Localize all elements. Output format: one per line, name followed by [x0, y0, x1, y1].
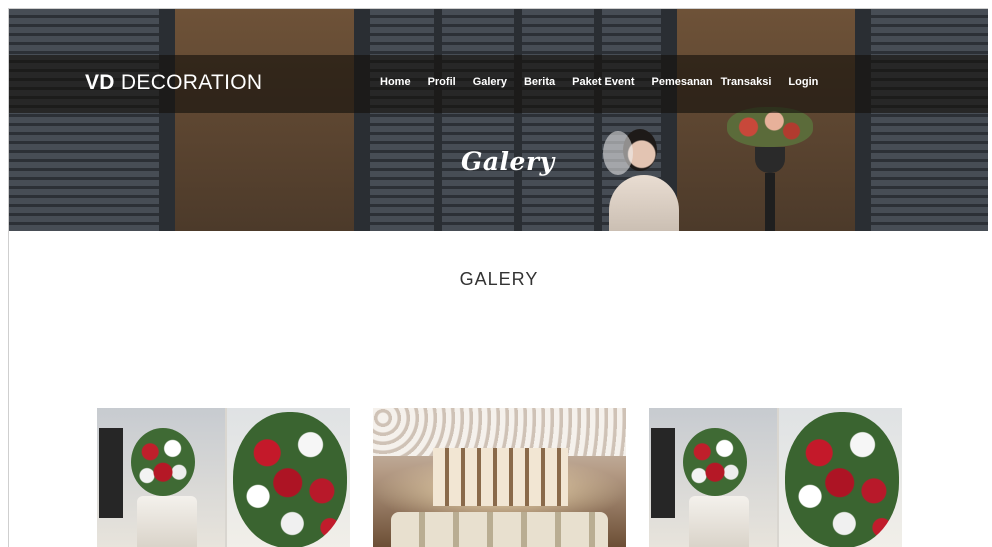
- window-frame: [354, 9, 370, 231]
- window-frame: [159, 9, 175, 231]
- brand-bold: VD: [85, 71, 115, 94]
- navbar: VD DECORATION Home Profil Galery Berita …: [9, 55, 988, 113]
- bride-figure: [601, 129, 683, 231]
- gallery-image-bouquet[interactable]: [649, 408, 902, 547]
- hero-wall: [167, 9, 354, 231]
- window-frame: [514, 9, 522, 231]
- section-title: GALERY: [459, 269, 539, 289]
- nav-home[interactable]: Home: [380, 76, 411, 88]
- brand-logo[interactable]: VD DECORATION: [85, 71, 262, 95]
- gallery-image-stage[interactable]: [373, 408, 626, 547]
- brand-rest: DECORATION: [120, 71, 263, 94]
- gallery-image-bouquet[interactable]: [97, 408, 350, 547]
- window-frame: [434, 9, 442, 231]
- nav-paket-event[interactable]: Paket Event: [572, 76, 634, 88]
- browser-viewport: VD DECORATION Home Profil Galery Berita …: [8, 8, 988, 547]
- nav-pemesanan[interactable]: Pemesanan: [652, 76, 713, 88]
- nav-berita[interactable]: Berita: [524, 76, 555, 88]
- nav-login[interactable]: Login: [788, 76, 818, 88]
- gallery-grid: [97, 408, 909, 547]
- hero-shutters: [9, 9, 167, 231]
- hero-shutters: [871, 9, 988, 231]
- nav-transaksi[interactable]: Transaksi: [721, 76, 772, 88]
- hero-banner: VD DECORATION Home Profil Galery Berita …: [9, 9, 988, 231]
- nav-menu: Home Profil Galery Berita Paket Event Pe…: [380, 76, 818, 88]
- nav-galery[interactable]: Galery: [473, 76, 507, 88]
- nav-profil[interactable]: Profil: [428, 76, 456, 88]
- window-frame: [855, 9, 871, 231]
- hero-title: Galery: [461, 147, 555, 176]
- flower-vase: [727, 107, 813, 231]
